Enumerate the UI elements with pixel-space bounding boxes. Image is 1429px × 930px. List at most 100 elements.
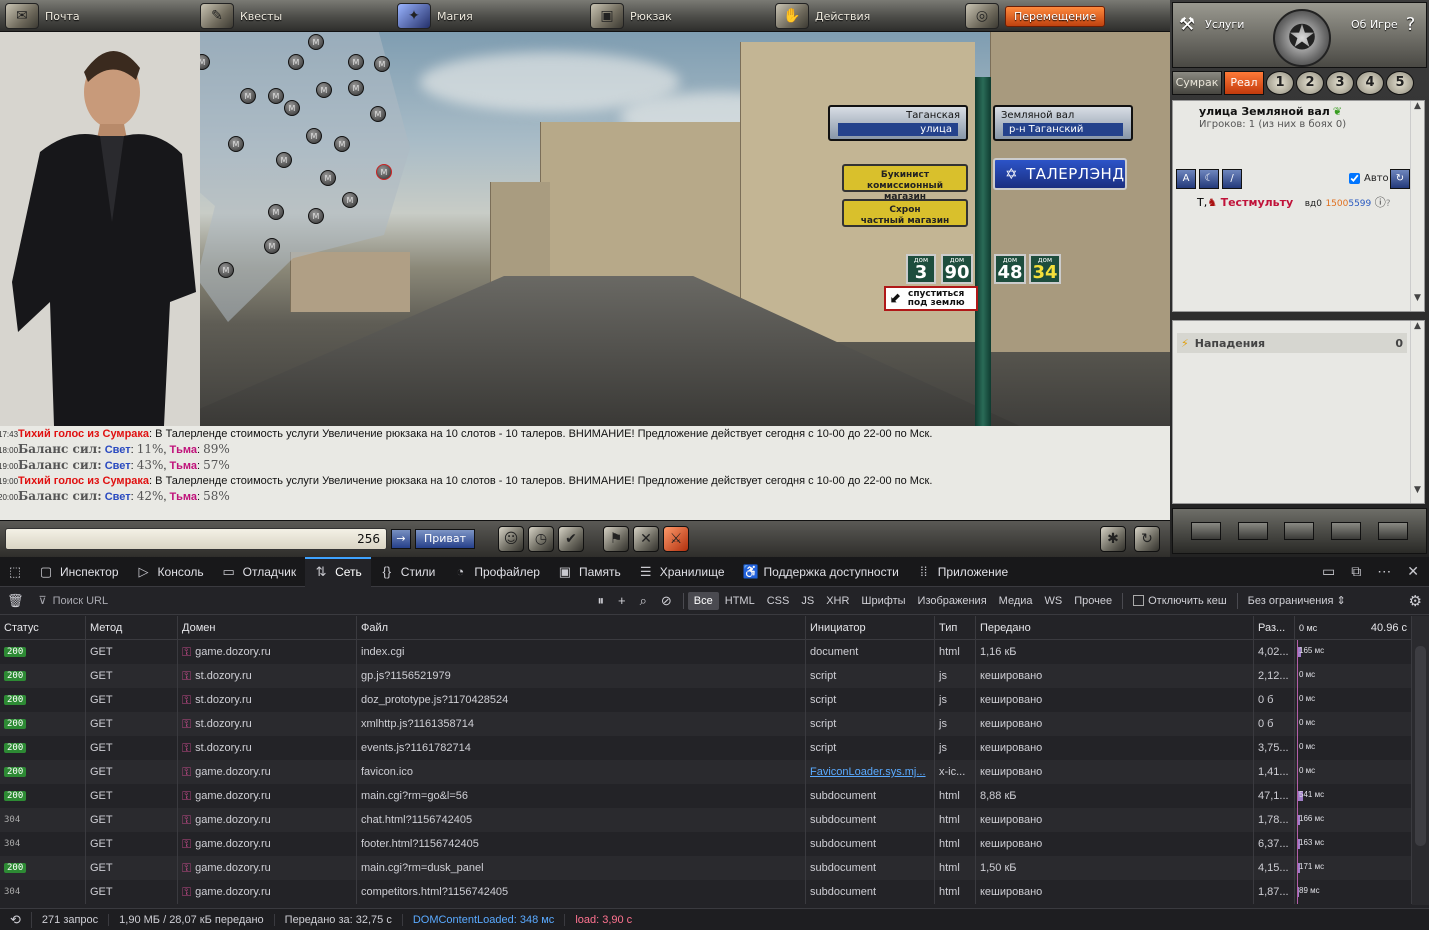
- responsive-mode-icon[interactable]: ▭: [1322, 563, 1335, 580]
- auto-check[interactable]: [1349, 173, 1360, 184]
- pick-element-button[interactable]: ⬚: [0, 557, 30, 587]
- fight-icon[interactable]: ⚔: [663, 526, 689, 552]
- metro-marker[interactable]: M: [348, 80, 364, 96]
- go-underground-button[interactable]: ⬋ спуститься под землю: [884, 286, 978, 311]
- col-size[interactable]: Раз...: [1254, 616, 1295, 639]
- tab-5[interactable]: 5: [1386, 71, 1414, 95]
- nav-backpack-button[interactable]: ▣ Рюкзак: [590, 3, 672, 29]
- table-row[interactable]: 200 GET ⚿ st.dozory.ru events.js?1161782714 s…: [0, 736, 1412, 760]
- nav-mail-button[interactable]: ✉ Почта: [5, 3, 80, 29]
- throttling-select[interactable]: Без ограничения ⇕: [1242, 591, 1352, 610]
- settings-gear-icon[interactable]: ⚙: [1402, 592, 1429, 610]
- slot-icon[interactable]: [1237, 522, 1268, 540]
- metro-marker[interactable]: M: [334, 136, 350, 152]
- house-number-sign[interactable]: дом 34: [1029, 254, 1061, 284]
- attacks-scrollbar[interactable]: ▲ ▼: [1410, 321, 1424, 503]
- metro-marker[interactable]: M: [268, 204, 284, 220]
- table-row[interactable]: 200 GET ⚿ game.dozory.ru favicon.ico FaviconL…: [0, 760, 1412, 784]
- col-file[interactable]: Файл: [357, 616, 806, 639]
- tab-profiler[interactable]: ◔ Профайлер: [444, 557, 549, 587]
- tab-twilight[interactable]: Сумрак: [1172, 71, 1222, 95]
- table-row[interactable]: 200 GET ⚿ st.dozory.ru xmlhttp.js?1161358714…: [0, 712, 1412, 736]
- nav-actions-button[interactable]: ✋ Действия: [775, 3, 870, 29]
- sort-icon[interactable]: A: [1176, 169, 1196, 189]
- send-button[interactable]: →: [391, 529, 411, 549]
- auto-checkbox[interactable]: Авто: [1349, 173, 1389, 184]
- add-icon[interactable]: +: [611, 593, 633, 608]
- refresh-icon[interactable]: ↻: [1134, 526, 1160, 552]
- tab-accessibility[interactable]: ♿ Поддержка доступности: [734, 557, 908, 587]
- filter-media[interactable]: Медиа: [993, 592, 1039, 610]
- street-sign-zemlyanoy-val[interactable]: Земляной вал р-н Таганский: [993, 105, 1133, 141]
- shop-sign-bukinist[interactable]: Букинист комиссионный магазин: [842, 164, 968, 202]
- tab-debugger[interactable]: ▭ Отладчик: [213, 557, 305, 587]
- block-icon[interactable]: ⊘: [654, 593, 679, 609]
- house-number-sign[interactable]: дом 48: [994, 254, 1026, 284]
- player-row[interactable]: Т,♞ Тестмульту вд0 15005599 ⓘ?: [1197, 194, 1391, 210]
- filter-ws[interactable]: WS: [1039, 592, 1069, 610]
- metro-marker[interactable]: M: [276, 152, 292, 168]
- settings-check-icon[interactable]: ✔: [558, 526, 584, 552]
- metro-marker[interactable]: M: [370, 106, 386, 122]
- cell-initiator[interactable]: FaviconLoader.sys.mj...: [806, 760, 935, 784]
- metro-marker[interactable]: M: [218, 262, 234, 278]
- col-method[interactable]: Метод: [86, 616, 178, 639]
- filter-html[interactable]: HTML: [719, 592, 761, 610]
- tab-network[interactable]: ⇅ Сеть: [305, 556, 371, 587]
- tab-3[interactable]: 3: [1326, 71, 1354, 95]
- url-filter-input[interactable]: ⊽ Поиск URL: [31, 594, 591, 608]
- info-icon[interactable]: ⓘ: [1375, 196, 1386, 209]
- metro-marker[interactable]: M: [268, 88, 284, 104]
- filter-other[interactable]: Прочее: [1068, 592, 1118, 610]
- location-scrollbar[interactable]: ▲ ▼: [1410, 101, 1424, 311]
- pause-icon[interactable]: ⏸: [591, 593, 612, 609]
- slot-icon[interactable]: [1284, 522, 1315, 540]
- tab-storage[interactable]: ☰ Хранилище: [630, 557, 734, 587]
- tab-memory[interactable]: ▣ Память: [549, 557, 630, 587]
- metro-marker[interactable]: M: [308, 208, 324, 224]
- nav-move-button[interactable]: ◎ Перемещение: [965, 3, 1106, 29]
- clock-icon[interactable]: ◷: [528, 526, 554, 552]
- slot-icon[interactable]: [1377, 522, 1408, 540]
- talerland-sign[interactable]: ✡ ТАЛЕРЛЭНД: [993, 158, 1127, 190]
- tab-inspector[interactable]: ▢ Инспектор: [30, 557, 128, 587]
- disable-cache-checkbox[interactable]: Отключить кеш: [1127, 592, 1233, 610]
- bug-icon[interactable]: ✱: [1100, 526, 1126, 552]
- metro-marker[interactable]: M: [374, 56, 390, 72]
- table-row[interactable]: 200 GET ⚿ game.dozory.ru main.cgi?rm=dusk_pa…: [0, 856, 1412, 880]
- col-type[interactable]: Тип: [935, 616, 976, 639]
- cycle-icon[interactable]: ↻: [1390, 169, 1410, 189]
- metro-marker[interactable]: M: [264, 238, 280, 254]
- house-number-sign[interactable]: дом 3: [906, 254, 936, 284]
- about-game-button[interactable]: Об Игре?: [1351, 9, 1415, 39]
- more-options-icon[interactable]: ⋯: [1377, 563, 1391, 580]
- metro-marker[interactable]: M: [320, 170, 336, 186]
- metro-marker[interactable]: M: [308, 34, 324, 50]
- col-transferred[interactable]: Передано: [976, 616, 1254, 639]
- tab-1[interactable]: 1: [1266, 71, 1294, 95]
- slot-icon[interactable]: [1191, 522, 1222, 540]
- col-initiator[interactable]: Инициатор: [806, 616, 935, 639]
- attacks-header[interactable]: ⚡ Нападения 0: [1177, 333, 1407, 353]
- col-waterfall[interactable]: 0 мс 40.96 с: [1295, 616, 1412, 639]
- metro-marker[interactable]: M: [316, 82, 332, 98]
- search-icon[interactable]: ⌕: [633, 593, 654, 609]
- table-row[interactable]: 304 GET ⚿ game.dozory.ru chat.html?115674240…: [0, 808, 1412, 832]
- wand-icon[interactable]: /: [1222, 169, 1242, 189]
- table-row[interactable]: 304 GET ⚿ game.dozory.ru footer.html?1156742…: [0, 832, 1412, 856]
- filter-xhr[interactable]: XHR: [820, 592, 855, 610]
- tab-real[interactable]: Реал: [1224, 71, 1264, 95]
- sword-icon[interactable]: ✕: [633, 526, 659, 552]
- filter-fonts[interactable]: Шрифты: [855, 592, 911, 610]
- nav-magic-button[interactable]: ✦ Магия: [397, 3, 473, 29]
- refresh-count-icon[interactable]: ⟲: [0, 911, 32, 928]
- metro-marker[interactable]: M: [342, 192, 358, 208]
- house-number-sign[interactable]: дом 90: [941, 254, 973, 284]
- tab-console[interactable]: ▷ Консоль: [128, 557, 213, 587]
- metro-marker[interactable]: M: [228, 136, 244, 152]
- smiley-icon[interactable]: ☺: [498, 526, 524, 552]
- close-icon[interactable]: ✕: [1407, 563, 1419, 580]
- metro-marker[interactable]: M: [284, 100, 300, 116]
- current-location-marker[interactable]: M: [376, 164, 392, 180]
- tab-2[interactable]: 2: [1296, 71, 1324, 95]
